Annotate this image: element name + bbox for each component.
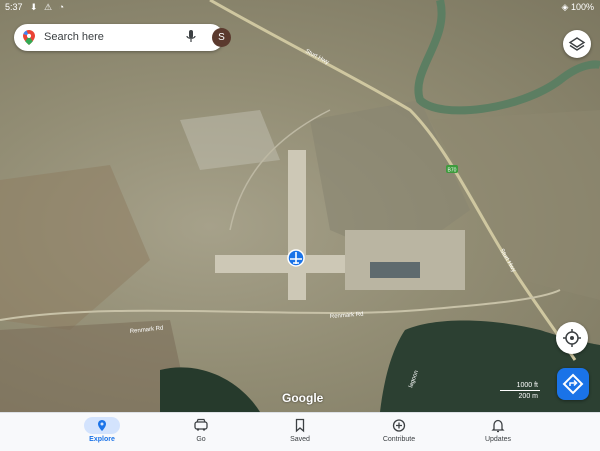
wifi-icon: ◈	[561, 2, 571, 12]
nav-go[interactable]: Go	[151, 413, 251, 451]
nav-explore-label: Explore	[89, 436, 115, 443]
search-input[interactable]: Search here	[44, 31, 104, 43]
bookmark-icon	[282, 417, 318, 434]
car-icon	[183, 417, 219, 434]
crosshair-icon	[563, 329, 581, 347]
google-attribution: Google	[282, 391, 324, 405]
google-maps-pin-icon	[23, 30, 35, 50]
battery-level: 100%	[570, 2, 594, 12]
nav-updates-label: Updates	[484, 436, 512, 443]
road-shield-label: B70	[448, 168, 457, 174]
my-location-button[interactable]	[556, 322, 588, 354]
nav-contribute-label: Contribute	[382, 436, 416, 443]
directions-button[interactable]	[557, 368, 589, 400]
scale-bar	[500, 390, 540, 391]
status-bar: 5:37 ⬇ ⚠ ◔ ◈ 100%	[0, 0, 600, 14]
nav-updates[interactable]: Updates	[448, 413, 548, 451]
status-icons: ⬇ ⚠ ◔	[30, 2, 67, 12]
nav-contribute[interactable]: Contribute	[349, 413, 449, 451]
satellite-imagery: Sturt Hwy Renmark Rd Renmark Rd Sturt Hw…	[0, 0, 600, 412]
bell-icon	[480, 417, 516, 434]
location-pin-icon	[84, 417, 120, 434]
add-circle-icon	[381, 417, 417, 434]
nav-go-label: Go	[196, 436, 206, 443]
nav-saved-label: Saved	[290, 436, 310, 443]
scale-imperial: 1000 ft	[516, 382, 538, 389]
status-time: 5:37	[5, 2, 23, 12]
map-scale: 1000 ft 200 m	[500, 382, 540, 404]
road-label-sturt-hwy-north: Sturt Hwy	[304, 48, 330, 66]
directions-icon	[562, 373, 584, 395]
status-battery: ◈ 100%	[562, 2, 594, 13]
layers-icon	[568, 37, 586, 51]
nav-explore[interactable]: Explore	[52, 413, 152, 451]
microphone-icon[interactable]	[186, 30, 196, 49]
road-label-renmark-rd-east: Renmark Rd	[330, 312, 364, 320]
nav-saved[interactable]: Saved	[250, 413, 350, 451]
search-bar[interactable]: Search here S	[14, 24, 231, 51]
scale-metric: 200 m	[518, 393, 538, 400]
account-avatar[interactable]: S	[212, 28, 231, 47]
layers-button[interactable]	[563, 30, 591, 58]
map-view[interactable]: Sturt Hwy Renmark Rd Renmark Rd Sturt Hw…	[0, 0, 600, 412]
bottom-navigation: Explore Go Saved Contribute Updates	[0, 412, 600, 451]
